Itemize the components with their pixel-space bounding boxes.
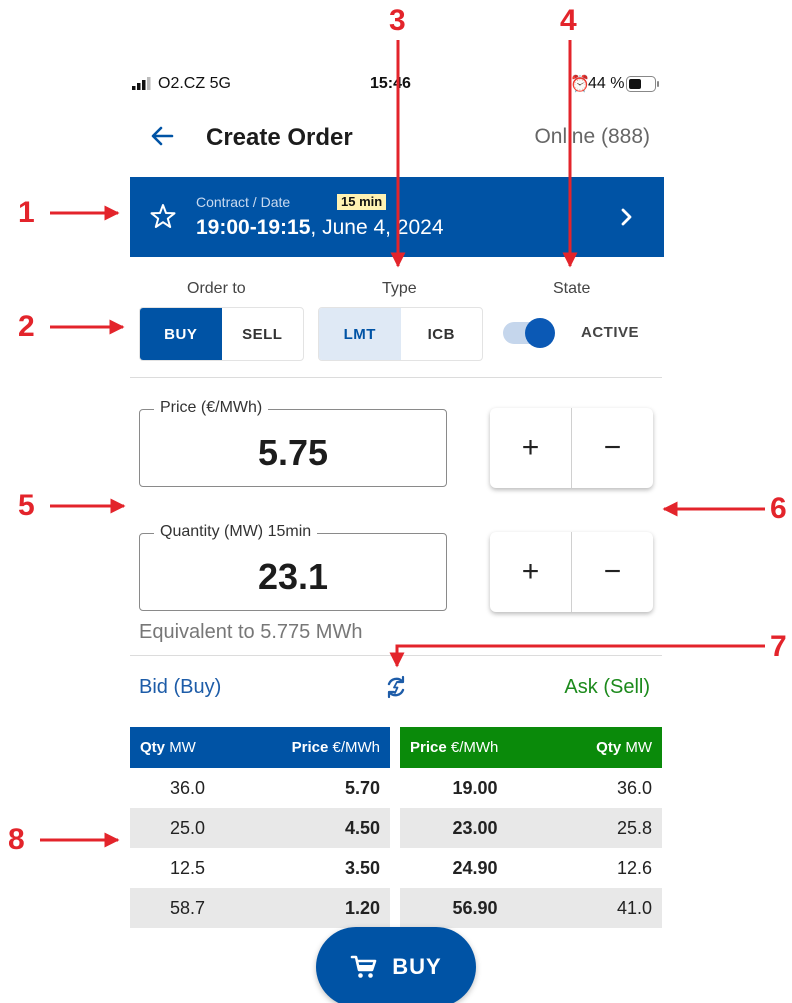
ask-table-header: Price €/MWh Qty MW: [400, 727, 662, 768]
bid-price: 5.70: [344, 777, 380, 798]
ask-qty: 36.0: [616, 777, 652, 798]
ask-qty: 41.0: [616, 897, 652, 918]
online-status[interactable]: Online (888): [534, 125, 650, 149]
bid-row[interactable]: 25.0 4.50: [130, 808, 390, 848]
bid-qty: 36.0: [169, 777, 206, 798]
divider: [130, 655, 662, 656]
ask-qty-header: Qty MW: [596, 739, 652, 756]
buy-button-label: BUY: [392, 954, 442, 979]
star-icon[interactable]: [150, 203, 176, 229]
state-label: State: [553, 280, 591, 297]
app-header: Create Order Online (888): [132, 118, 662, 158]
ask-row[interactable]: 24.90 12.6: [400, 848, 662, 888]
ask-price-header: Price €/MWh: [410, 739, 499, 756]
bid-qty-header: Qty MW: [140, 739, 196, 756]
annotation-2: 2: [18, 310, 35, 343]
contract-date: 19:00-19:15, June 4, 2024: [196, 216, 444, 240]
contract-label: Contract / Date: [196, 194, 291, 210]
sell-option[interactable]: SELL: [222, 308, 304, 360]
quantity-field[interactable]: Quantity (MW) 15min 23.1: [139, 523, 447, 611]
alarm-icon: ⏰: [570, 76, 590, 93]
ask-price: 56.90: [452, 897, 498, 918]
price-field[interactable]: Price (€/MWh) 5.75: [139, 399, 447, 487]
divider: [130, 377, 662, 378]
ask-price: 24.90: [452, 857, 498, 878]
ask-row[interactable]: 19.00 36.0: [400, 768, 662, 808]
equivalent-text: Equivalent to 5.775 MWh: [139, 621, 363, 643]
ask-qty: 25.8: [616, 817, 652, 838]
contract-day: , June 4, 2024: [310, 216, 444, 239]
price-stepper: + −: [490, 408, 653, 488]
battery-icon: [626, 76, 659, 92]
signal-icon: [132, 77, 151, 90]
annotation-7: 7: [770, 630, 787, 663]
annotation-3: 3: [389, 4, 406, 37]
bid-table: Qty MW Price €/MWh 36.0 5.70 25.0 4.50 1…: [130, 727, 390, 928]
ask-qty: 12.6: [616, 857, 652, 878]
lmt-option[interactable]: LMT: [319, 308, 401, 360]
price-legend: Price (€/MWh): [154, 399, 269, 417]
ask-price: 23.00: [452, 817, 498, 838]
order-side-toggle: BUY SELL: [139, 307, 304, 361]
refresh-icon[interactable]: [383, 674, 409, 700]
bid-row[interactable]: 36.0 5.70: [130, 768, 390, 808]
carrier-text: O2.CZ 5G: [158, 75, 231, 92]
page-title: Create Order: [206, 124, 353, 151]
state-switch[interactable]: [503, 318, 555, 348]
annotation-4: 4: [560, 4, 577, 37]
icb-option[interactable]: ICB: [401, 308, 483, 360]
contract-selector[interactable]: Contract / Date 15 min 19:00-19:15, June…: [130, 177, 664, 257]
duration-badge: 15 min: [337, 194, 387, 210]
bid-price: 4.50: [344, 817, 380, 838]
bid-price-header: Price €/MWh: [291, 739, 380, 756]
switch-knob: [525, 318, 555, 348]
annotation-5: 5: [18, 489, 35, 522]
buy-option[interactable]: BUY: [140, 308, 222, 360]
quantity-stepper: + −: [490, 532, 653, 612]
bid-qty: 25.0: [169, 817, 206, 838]
quantity-plus-button[interactable]: +: [490, 532, 571, 612]
buy-button[interactable]: BUY: [316, 927, 476, 1003]
annotation-1: 1: [18, 196, 35, 229]
order-to-label: Order to: [187, 280, 246, 297]
status-bar: O2.CZ 5G 15:46 ⏰ 44 %: [132, 73, 662, 97]
battery-percent: 44 %: [588, 75, 625, 92]
bid-row[interactable]: 58.7 1.20: [130, 888, 390, 928]
ask-row[interactable]: 23.00 25.8: [400, 808, 662, 848]
price-minus-button[interactable]: −: [572, 408, 653, 488]
status-time: 15:46: [370, 75, 411, 92]
price-plus-button[interactable]: +: [490, 408, 571, 488]
ask-table: Price €/MWh Qty MW 19.00 36.0 23.00 25.8…: [400, 727, 662, 928]
ask-row[interactable]: 56.90 41.0: [400, 888, 662, 928]
bid-price: 3.50: [344, 857, 380, 878]
type-label: Type: [382, 280, 417, 297]
cart-icon: [350, 955, 377, 978]
back-arrow-icon[interactable]: [148, 122, 176, 150]
bid-table-header: Qty MW Price €/MWh: [130, 727, 390, 768]
quantity-minus-button[interactable]: −: [572, 532, 653, 612]
annotation-6: 6: [770, 492, 787, 525]
bid-qty: 12.5: [169, 857, 206, 878]
order-type-toggle: LMT ICB: [318, 307, 483, 361]
bid-price: 1.20: [344, 897, 380, 918]
chevron-right-icon: [621, 208, 632, 226]
quantity-legend: Quantity (MW) 15min: [154, 523, 318, 541]
bid-row[interactable]: 12.5 3.50: [130, 848, 390, 888]
state-value: ACTIVE: [581, 324, 640, 341]
annotation-8: 8: [8, 823, 25, 856]
bid-label: Bid (Buy): [139, 676, 222, 698]
contract-time-range: 19:00-19:15: [196, 216, 311, 239]
ask-price: 19.00: [452, 777, 498, 798]
quantity-value: 23.1: [257, 556, 329, 597]
price-value: 5.75: [257, 432, 329, 473]
bid-qty: 58.7: [169, 897, 206, 918]
ask-label: Ask (Sell): [564, 676, 650, 698]
